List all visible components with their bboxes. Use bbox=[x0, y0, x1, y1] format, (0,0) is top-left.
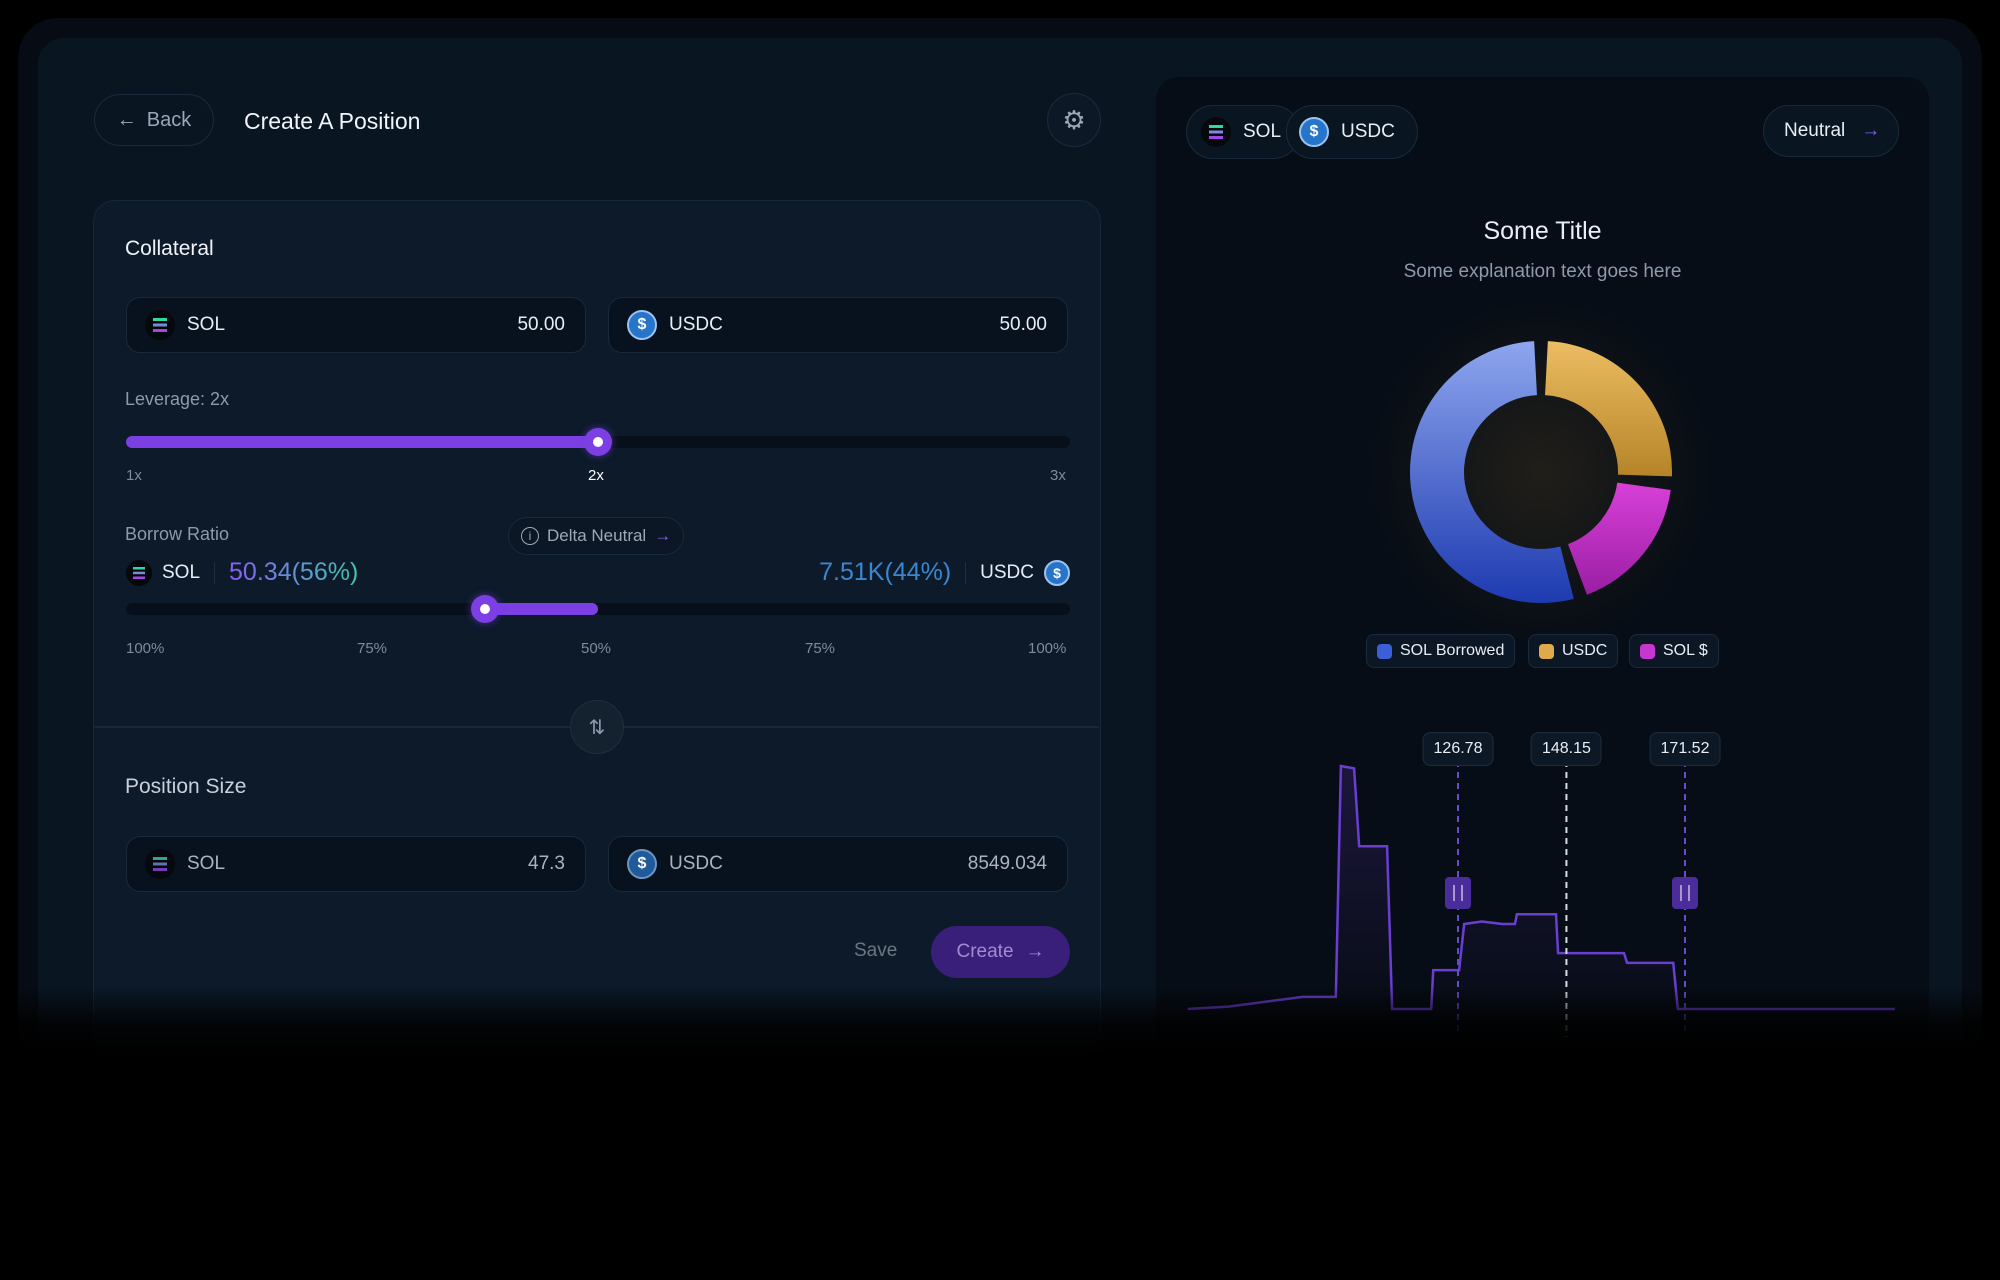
donut-chart bbox=[1410, 341, 1672, 603]
token-label: SOL bbox=[1243, 121, 1282, 142]
legend-label: SOL Borrowed bbox=[1400, 642, 1505, 659]
mode-label: Neutral bbox=[1784, 120, 1846, 141]
amount-value: 50.00 bbox=[517, 314, 565, 335]
back-button[interactable]: ← Back bbox=[94, 94, 214, 146]
borrow-slider-track[interactable] bbox=[126, 603, 1070, 615]
collateral-sol-input[interactable]: SOL 50.00 bbox=[126, 297, 586, 353]
arrow-right-icon: → bbox=[1861, 120, 1881, 141]
donut-slice-sol bbox=[1567, 482, 1671, 595]
tick-label: 100% bbox=[1028, 640, 1067, 657]
liquidity-chart bbox=[1187, 761, 1895, 1037]
position-usdc-input[interactable]: $ USDC 8549.034 bbox=[608, 836, 1068, 892]
price-marker-label: 126.78 bbox=[1422, 732, 1494, 766]
token-label: SOL bbox=[187, 314, 226, 335]
usdc-icon: $ bbox=[627, 849, 657, 879]
leverage-slider-thumb[interactable] bbox=[584, 428, 612, 456]
borrow-usdc-side: 7.51K(44%) USDC $ bbox=[819, 558, 1070, 587]
delta-neutral-button[interactable]: i Delta Neutral → bbox=[508, 517, 685, 555]
tick-label: 3x bbox=[1050, 467, 1066, 484]
price-marker-label: 171.52 bbox=[1649, 732, 1721, 766]
arrow-right-icon: → bbox=[654, 526, 672, 545]
token-label: SOL bbox=[187, 853, 226, 874]
legend-swatch bbox=[1640, 643, 1655, 659]
preview-panel: SOL $ USDC Neutral → Some Title Some exp… bbox=[1156, 77, 1929, 1077]
borrow-slider-thumb[interactable] bbox=[470, 595, 499, 623]
usdc-icon: $ bbox=[1299, 117, 1329, 147]
swap-button[interactable]: ⇅ bbox=[570, 700, 624, 754]
legend-sol-borrowed: SOL Borrowed bbox=[1366, 634, 1516, 668]
sol-icon bbox=[1201, 117, 1231, 147]
amount-value: 50.00 bbox=[999, 314, 1047, 335]
sol-borrow-value: 50.34(56%) bbox=[229, 558, 359, 586]
create-label: Create bbox=[956, 941, 1014, 962]
create-button[interactable]: Create → bbox=[931, 926, 1070, 978]
back-label: Back bbox=[146, 108, 192, 131]
tick-label: 75% bbox=[357, 640, 388, 657]
token-label: USDC bbox=[669, 853, 723, 874]
swap-arrows-icon: ⇅ bbox=[588, 716, 606, 739]
save-button[interactable]: Save bbox=[854, 940, 897, 962]
tick-label: 75% bbox=[805, 640, 836, 657]
tick-label: 100% bbox=[126, 640, 165, 657]
price-marker-label: 148.15 bbox=[1530, 732, 1602, 766]
tick-label: 1x bbox=[126, 467, 142, 484]
position-form-card: Collateral SOL 50.00 $ USDC 50.00 Levera… bbox=[93, 200, 1101, 1080]
legend-label: USDC bbox=[1562, 642, 1608, 659]
chart-subtitle: Some explanation text goes here bbox=[1403, 261, 1682, 282]
tick-label: 2x bbox=[588, 467, 604, 484]
gear-icon: ⚙ bbox=[1062, 104, 1086, 135]
token-label: USDC bbox=[669, 314, 723, 335]
delta-neutral-label: Delta Neutral bbox=[547, 526, 647, 545]
chart-title: Some Title bbox=[1483, 217, 1602, 245]
usdc-icon: $ bbox=[627, 310, 657, 340]
amount-value: 8549.034 bbox=[967, 853, 1047, 874]
liquidity-area bbox=[1187, 766, 1895, 1017]
donut-slice-usdc bbox=[1545, 341, 1672, 477]
info-icon: i bbox=[521, 527, 539, 545]
borrow-slider-fill bbox=[484, 603, 598, 615]
token-label: USDC bbox=[1341, 121, 1395, 142]
position-size-title: Position Size bbox=[125, 775, 247, 798]
leverage-label: Leverage: 2x bbox=[125, 389, 230, 409]
legend-sol-dollar: SOL $ bbox=[1629, 634, 1719, 668]
page-title: Create A Position bbox=[244, 108, 421, 134]
token-label: SOL bbox=[162, 561, 201, 583]
token-chip-sol[interactable]: SOL bbox=[1186, 105, 1301, 159]
borrow-sol-side: SOL 50.34(56%) bbox=[126, 558, 358, 587]
arrow-right-icon: → bbox=[1025, 941, 1045, 962]
token-label: USDC bbox=[980, 561, 1034, 583]
collateral-usdc-input[interactable]: $ USDC 50.00 bbox=[608, 297, 1068, 353]
amount-value: 47.3 bbox=[528, 853, 565, 874]
token-chip-usdc[interactable]: $ USDC bbox=[1286, 105, 1418, 159]
settings-button[interactable]: ⚙ bbox=[1047, 93, 1101, 147]
arrow-left-icon: ← bbox=[116, 108, 137, 131]
usdc-icon: $ bbox=[1044, 559, 1070, 586]
leverage-slider-fill bbox=[126, 436, 598, 448]
position-sol-input[interactable]: SOL 47.3 bbox=[126, 836, 586, 892]
legend-swatch bbox=[1539, 643, 1554, 659]
neutral-mode-button[interactable]: Neutral → bbox=[1763, 105, 1900, 157]
legend-usdc: USDC bbox=[1528, 634, 1619, 668]
usdc-borrow-value: 7.51K(44%) bbox=[819, 558, 952, 586]
legend-swatch bbox=[1377, 643, 1392, 659]
sol-icon bbox=[126, 559, 152, 586]
borrow-ratio-label: Borrow Ratio bbox=[125, 524, 230, 544]
sol-icon bbox=[145, 310, 175, 340]
tick-label: 50% bbox=[581, 640, 612, 657]
range-handle[interactable] bbox=[1672, 877, 1698, 909]
legend-label: SOL $ bbox=[1663, 642, 1708, 659]
range-handle[interactable] bbox=[1445, 877, 1471, 909]
collateral-title: Collateral bbox=[125, 237, 214, 260]
sol-icon bbox=[145, 849, 175, 879]
